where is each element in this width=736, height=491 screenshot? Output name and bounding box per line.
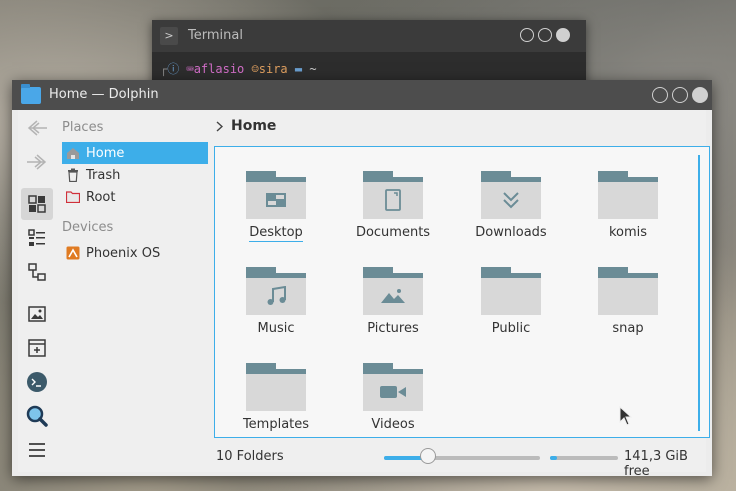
menu-button[interactable]: [21, 434, 53, 466]
drive-icon: [66, 246, 80, 260]
search-button[interactable]: [21, 400, 53, 432]
main-toolbar: [18, 110, 56, 472]
icons-view-button[interactable]: [21, 188, 53, 220]
place-item-root[interactable]: Root: [62, 186, 208, 208]
folder-label: Templates: [242, 417, 310, 432]
back-arrow-icon: [27, 120, 47, 136]
downloads-folder-icon: [481, 171, 541, 219]
free-space-fill: [550, 456, 557, 460]
free-space-label: 141,3 GiB free: [624, 449, 688, 479]
desktop-folder-icon: [246, 171, 306, 219]
terminal-titlebar[interactable]: > Terminal: [152, 20, 586, 52]
videos-folder-icon: [363, 363, 423, 411]
terminal-prompt-user: aflasio: [193, 62, 245, 76]
dolphin-window[interactable]: Home — Dolphin Places Home Trash Root De…: [12, 80, 712, 479]
split-view-icon: [28, 339, 46, 357]
folder-label: Documents: [355, 225, 431, 240]
compact-view-button[interactable]: [21, 222, 53, 254]
preview-button[interactable]: [21, 298, 53, 330]
place-item-trash[interactable]: Trash: [62, 164, 208, 186]
close-button[interactable]: [556, 28, 570, 42]
details-view-button[interactable]: [21, 256, 53, 288]
maximize-button[interactable]: [538, 28, 552, 42]
folder-item-komis[interactable]: komis: [578, 171, 678, 255]
forward-button[interactable]: [21, 146, 53, 178]
search-icon: [26, 405, 48, 427]
folder-item-templates[interactable]: Templates: [226, 363, 326, 447]
places-panel: Places Home Trash Root Devices Phoenix O…: [62, 110, 210, 472]
zoom-slider[interactable]: [384, 448, 540, 464]
device-item-label: Phoenix OS: [86, 245, 161, 261]
folder-label: Desktop: [249, 225, 303, 242]
chevron-right-icon: [216, 120, 223, 132]
places-heading: Places: [62, 120, 104, 135]
folder-icon: [598, 267, 658, 315]
back-button[interactable]: [21, 112, 53, 144]
close-button[interactable]: [692, 87, 708, 103]
place-item-label: Home: [86, 145, 125, 161]
trash-icon: [66, 168, 80, 182]
place-item-label: Root: [86, 189, 116, 205]
place-item-label: Trash: [86, 167, 121, 183]
breadcrumb-home[interactable]: Home: [231, 118, 276, 134]
image-preview-icon: [28, 306, 46, 322]
status-bar: 10 Folders 141,3 GiB free: [216, 446, 706, 479]
home-icon: [66, 146, 80, 160]
documents-folder-icon: [363, 171, 423, 219]
terminal-icon: [27, 372, 47, 392]
folder-item-music[interactable]: Music: [226, 267, 326, 351]
hamburger-menu-icon: [29, 443, 45, 457]
folder-label: Pictures: [367, 321, 419, 336]
folder-label: Downloads: [475, 225, 547, 240]
terminal-title: Terminal: [188, 28, 243, 43]
folder-item-pictures[interactable]: Pictures: [343, 267, 443, 351]
devices-heading: Devices: [62, 220, 114, 235]
folder-app-icon: [21, 84, 41, 104]
folder-count: 10 Folders: [216, 449, 284, 464]
terminal-prompt-path: ~: [309, 62, 317, 76]
folder-item-snap[interactable]: snap: [578, 267, 678, 351]
root-folder-icon: [66, 190, 80, 204]
split-view-button[interactable]: [21, 332, 53, 364]
folder-icon: [598, 171, 658, 219]
folder-item-downloads[interactable]: Downloads: [461, 171, 561, 255]
details-view-icon: [28, 263, 46, 281]
terminal-panel-button[interactable]: [21, 366, 53, 398]
forward-arrow-icon: [27, 154, 47, 170]
device-item-phoenix-os[interactable]: Phoenix OS: [62, 242, 208, 264]
minimize-button[interactable]: [520, 28, 534, 42]
pictures-folder-icon: [363, 267, 423, 315]
icons-view-icon: [28, 195, 46, 213]
music-folder-icon: [246, 267, 306, 315]
folder-item-documents[interactable]: Documents: [343, 171, 443, 255]
folder-view[interactable]: Desktop Documents Downloads komis Music …: [214, 146, 710, 438]
dolphin-content: Places Home Trash Root Devices Phoenix O…: [18, 110, 710, 479]
free-space-bar[interactable]: [550, 456, 618, 460]
folder-label: Public: [491, 321, 531, 336]
zoom-slider-handle[interactable]: [420, 448, 436, 464]
window-title: Home — Dolphin: [49, 87, 159, 102]
place-item-home[interactable]: Home: [62, 142, 208, 164]
vertical-scrollbar[interactable]: [698, 155, 700, 431]
folder-item-public[interactable]: Public: [461, 267, 561, 351]
mouse-cursor-icon: [619, 406, 633, 426]
folder-item-videos[interactable]: Videos: [343, 363, 443, 447]
folder-label: komis: [608, 225, 648, 240]
terminal-prompt-host: sira: [258, 62, 288, 76]
folder-icon: [481, 267, 541, 315]
dolphin-titlebar[interactable]: Home — Dolphin: [12, 80, 712, 110]
terminal-icon: >: [160, 27, 178, 45]
compact-view-icon: [28, 229, 45, 246]
folder-label: Videos: [371, 417, 415, 432]
folder-label: Music: [257, 321, 295, 336]
minimize-button[interactable]: [652, 87, 668, 103]
folder-item-desktop[interactable]: Desktop: [226, 171, 326, 255]
folder-label: snap: [612, 321, 644, 336]
breadcrumb[interactable]: Home: [216, 118, 276, 134]
folder-icon: [246, 363, 306, 411]
maximize-button[interactable]: [672, 87, 688, 103]
